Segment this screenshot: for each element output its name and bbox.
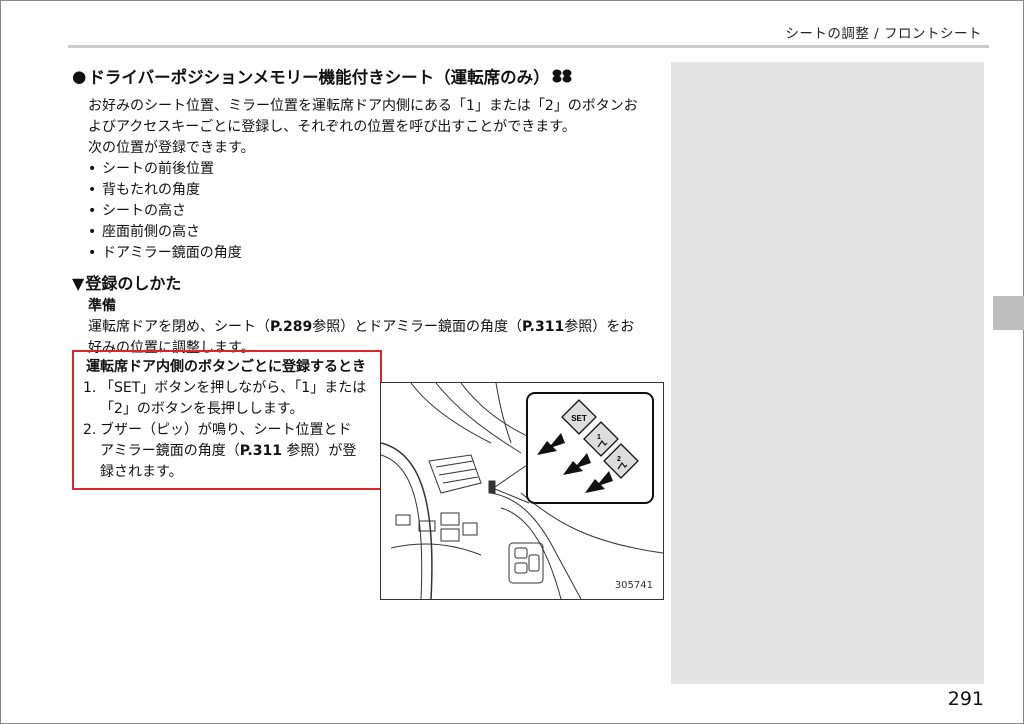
list-item: • 座面前側の高さ: [88, 224, 200, 240]
page-ref-link[interactable]: P.289: [270, 319, 312, 335]
list-item: • シートの高さ: [88, 203, 186, 219]
intro-line: 次の位置が登録できます。: [88, 140, 255, 156]
btn1-label: 1: [597, 434, 601, 441]
option-icon: [552, 69, 572, 83]
main-content: ● ドライバーポジションメモリー機能付きシート（運転席のみ） お好みのシート位置…: [72, 64, 672, 359]
section-title: ● ドライバーポジションメモリー機能付きシート（運転席のみ）: [72, 64, 672, 88]
intro-line: よびアクセスキーごとに登録し、それぞれの位置を呼び出すことができます。: [88, 119, 576, 135]
door-button-title: 運転席ドア内側のボタンごとに登録するとき: [86, 359, 366, 375]
prep-line: 運転席ドアを閉め、シート（P.289参照）とドアミラー鏡面の角度（P.311参照…: [88, 319, 635, 335]
step-item: 1. 「SET」ボタンを押しながら、「1」または 「2」のボタンを長押しします。: [83, 380, 367, 417]
intro-line: お好みのシート位置、ミラー位置を運転席ドア内側にある「1」または「2」のボタンお: [88, 98, 638, 114]
side-panel: [671, 62, 984, 684]
illustration-code: 305741: [614, 580, 653, 591]
section-title-text: ドライバーポジションメモリー機能付きシート（運転席のみ）: [88, 68, 550, 87]
list-item: • 背もたれの角度: [88, 182, 200, 198]
list-item: • ドアミラー鏡面の角度: [88, 245, 242, 261]
list-item: • シートの前後位置: [88, 161, 214, 177]
position-list: • シートの前後位置 • 背もたれの角度 • シートの高さ • 座面前側の高さ • ドアミ…: [88, 159, 672, 264]
door-panel-drawing: SET 1 2: [381, 383, 663, 599]
btn2-label: 2: [617, 456, 621, 463]
steps-list: 1. 「SET」ボタンを押しながら、「1」または 「2」のボタンを長押しします。 …: [83, 378, 386, 483]
triangle-marker: ▼: [72, 274, 85, 293]
section-bullet: ●: [72, 66, 87, 86]
prep-label: 準備: [88, 298, 116, 314]
set-label: SET: [571, 414, 587, 423]
page-number: 291: [947, 688, 984, 710]
registration-title: ▼登録のしかた: [72, 274, 182, 293]
step-item: 2. ブザー（ピッ）が鳴り、シート位置とド アミラー鏡面の角度（P.311 参照）…: [83, 422, 357, 480]
running-header: シートの調整 / フロントシート: [785, 26, 982, 42]
door-illustration: SET 1 2 305741: [380, 382, 664, 600]
header-rule: [68, 45, 989, 48]
page-ref-link[interactable]: P.311: [522, 319, 564, 335]
door-button-instructions: 運転席ドア内側のボタンごとに登録するとき 1. 「SET」ボタンを押しながら、「…: [83, 357, 386, 483]
page-ref-link[interactable]: P.311: [240, 443, 282, 459]
chapter-tab: [993, 296, 1024, 330]
